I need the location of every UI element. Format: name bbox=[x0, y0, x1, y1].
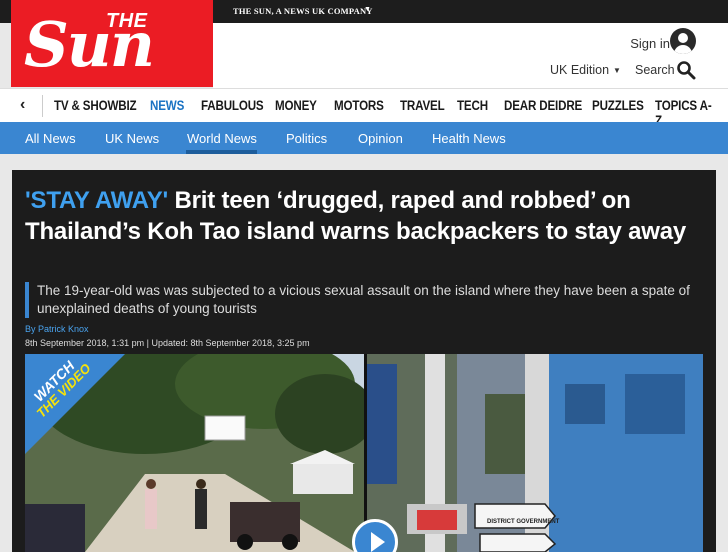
subnav-health-news[interactable]: Health News bbox=[432, 131, 506, 146]
article: 'STAY AWAY' Brit teen ‘drugged, raped an… bbox=[12, 170, 716, 552]
search-button[interactable]: Search bbox=[635, 63, 675, 77]
chevron-left-icon[interactable]: ‹ bbox=[20, 96, 25, 114]
nav-item-news[interactable]: NEWS bbox=[150, 98, 184, 113]
video-player[interactable]: WATCH THE VIDEO DISTRICT GOVERNMENT bbox=[25, 354, 703, 552]
header: Sign in UK Edition ▼ Search bbox=[213, 23, 728, 88]
district-sign-text: DISTRICT GOVERNMENT bbox=[487, 519, 560, 525]
author-link[interactable]: By Patrick Knox bbox=[25, 324, 89, 334]
logo-sun-text: Sun bbox=[24, 8, 155, 81]
user-icon[interactable] bbox=[670, 28, 696, 54]
the-sun-logo[interactable]: THE Sun bbox=[11, 0, 213, 87]
nav-item-motors[interactable]: MOTORS bbox=[334, 98, 384, 113]
nav-item-dear-deidre[interactable]: DEAR DEIDRE bbox=[504, 98, 582, 113]
nav-item-money[interactable]: MONEY bbox=[275, 98, 317, 113]
subnav-uk-news[interactable]: UK News bbox=[105, 131, 159, 146]
article-standfirst: The 19-year-old was was subjected to a v… bbox=[25, 282, 715, 318]
subnav-opinion[interactable]: Opinion bbox=[358, 131, 403, 146]
edition-selector[interactable]: UK Edition bbox=[550, 63, 609, 77]
subnav-all-news[interactable]: All News bbox=[25, 131, 76, 146]
caret-down-icon[interactable]: ▼ bbox=[364, 6, 371, 13]
nav-item-tv-showbiz[interactable]: TV & SHOWBIZ bbox=[54, 98, 137, 113]
section-subnav: All News UK News World News Politics Opi… bbox=[0, 122, 728, 154]
subnav-world-news[interactable]: World News bbox=[187, 131, 257, 146]
active-tab-indicator bbox=[186, 150, 257, 154]
nav-item-puzzles[interactable]: PUZZLES bbox=[592, 98, 644, 113]
nav-item-fabulous[interactable]: FABULOUS bbox=[201, 98, 264, 113]
nav-item-tech[interactable]: TECH bbox=[457, 98, 488, 113]
article-dates: 8th September 2018, 1:31 pm | Updated: 8… bbox=[25, 338, 310, 348]
subnav-politics[interactable]: Politics bbox=[286, 131, 327, 146]
nav-item-travel[interactable]: TRAVEL bbox=[400, 98, 445, 113]
company-menu[interactable]: THE SUN, A NEWS UK COMPANY bbox=[233, 6, 373, 16]
search-icon[interactable] bbox=[676, 60, 696, 80]
caret-down-icon[interactable]: ▼ bbox=[613, 66, 621, 75]
headline-kicker: 'STAY AWAY' bbox=[25, 187, 169, 214]
main-nav: ‹ TV & SHOWBIZ NEWS FABULOUS MONEY MOTOR… bbox=[0, 88, 728, 128]
article-headline: 'STAY AWAY' Brit teen ‘drugged, raped an… bbox=[25, 185, 705, 247]
updated-date: Updated: 8th September 2018, 3:25 pm bbox=[151, 338, 310, 348]
published-date: 8th September 2018, 1:31 pm bbox=[25, 338, 145, 348]
sign-in-link[interactable]: Sign in bbox=[630, 36, 670, 51]
divider bbox=[42, 95, 43, 117]
